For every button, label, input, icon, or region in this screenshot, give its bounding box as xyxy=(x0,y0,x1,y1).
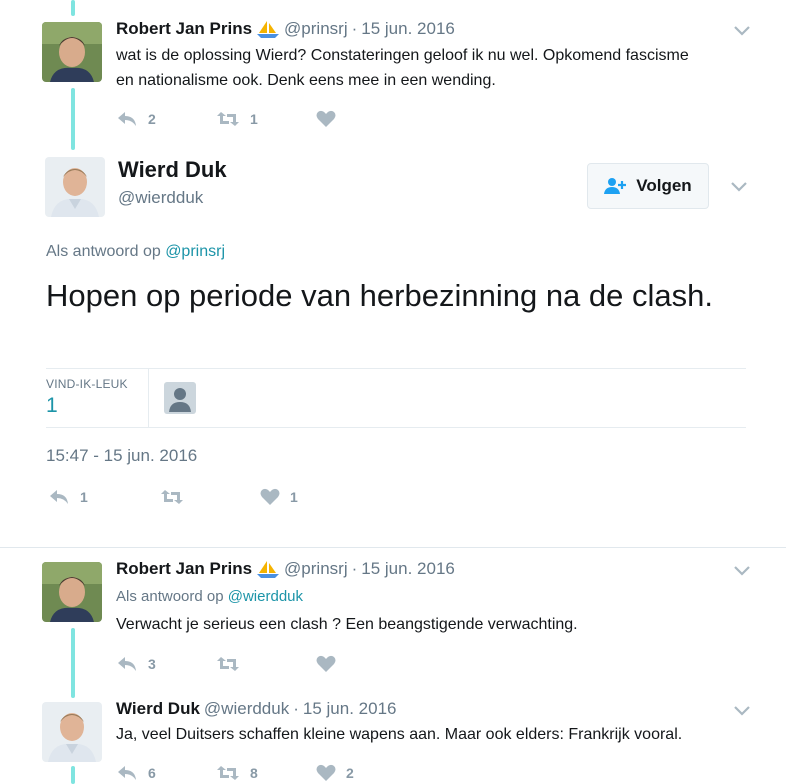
tweet3-reply-context: Als antwoord op @wierdduk xyxy=(116,588,303,605)
tweet1-author-name[interactable]: Robert Jan Prins xyxy=(116,19,252,39)
retweet-button[interactable]: 1 xyxy=(216,110,316,128)
follow-button[interactable]: Volgen xyxy=(587,163,709,209)
reply-button[interactable]: 3 xyxy=(116,655,216,673)
chevron-down-icon[interactable] xyxy=(732,703,752,717)
heart-icon xyxy=(316,764,336,781)
likes-stat-label[interactable]: VIND-IK-LEUK xyxy=(46,377,128,391)
tweet1-text: wat is de oplossing Wierd? Constateringe… xyxy=(116,43,756,93)
retweet-icon xyxy=(161,490,183,504)
reply-count: 6 xyxy=(148,765,156,781)
like-button[interactable]: 2 xyxy=(316,764,416,782)
reply-count: 2 xyxy=(148,111,156,127)
tweet1-handle[interactable]: @prinsrj xyxy=(284,19,348,39)
reply-icon xyxy=(118,766,136,780)
avatar-photo-icon xyxy=(45,157,105,217)
tweet4-dot: · xyxy=(293,699,299,718)
thread-line-1 xyxy=(71,88,75,150)
like-count: 2 xyxy=(346,765,354,781)
tweet3-date[interactable]: 15 jun. 2016 xyxy=(361,559,455,579)
thread-line-3 xyxy=(71,628,75,698)
avatar-photo-icon xyxy=(42,702,102,762)
avatar-robert-jan-prins[interactable] xyxy=(42,562,102,622)
like-button[interactable] xyxy=(316,110,416,128)
divider xyxy=(46,427,746,428)
tweet4-handle[interactable]: @wierdduk xyxy=(204,699,289,719)
stat-divider xyxy=(148,368,149,427)
reply-icon xyxy=(50,490,68,504)
reply-count: 1 xyxy=(80,489,88,505)
heart-icon xyxy=(260,488,280,505)
reply-prefix: Als antwoord op xyxy=(116,588,224,605)
tweet3-dot: · xyxy=(351,559,358,578)
like-button[interactable]: 1 xyxy=(260,488,360,506)
boat-emoji-icon xyxy=(256,559,280,579)
heart-icon xyxy=(316,655,336,672)
retweet-icon xyxy=(217,766,239,780)
reply-icon xyxy=(118,112,136,126)
retweet-count: 1 xyxy=(250,111,258,127)
reply-mention-link[interactable]: @prinsrj xyxy=(165,243,225,260)
add-user-icon xyxy=(604,178,627,194)
tweet1-dot: · xyxy=(351,19,358,38)
main-timestamp[interactable]: 15:47 - 15 jun. 2016 xyxy=(46,446,197,466)
tweet3-actions: 3 xyxy=(116,652,416,676)
tweet4-header: Wierd Duk @wierdduk · 15 jun. 2016 xyxy=(116,699,396,719)
reply-button[interactable]: 2 xyxy=(116,110,216,128)
reply-button[interactable]: 6 xyxy=(116,764,216,782)
like-button[interactable] xyxy=(316,655,416,673)
avatar-wierd-duk[interactable] xyxy=(45,157,105,217)
likes-stat-value[interactable]: 1 xyxy=(46,394,58,418)
tweet4-actions: 6 8 2 xyxy=(116,761,416,784)
reply-mention-link[interactable]: @wierdduk xyxy=(228,588,303,605)
retweet-icon xyxy=(217,657,239,671)
chevron-down-icon[interactable] xyxy=(732,23,752,37)
avatar-photo-icon xyxy=(42,22,102,82)
main-tweet-text: Hopen op periode van herbezinning na de … xyxy=(46,278,713,313)
tweet1-actions: 2 1 xyxy=(116,107,416,131)
tweet1-date[interactable]: 15 jun. 2016 xyxy=(361,19,455,39)
tweet3-author-name[interactable]: Robert Jan Prins xyxy=(116,559,252,579)
tweet4-text: Ja, veel Duitsers schaffen kleine wapens… xyxy=(116,726,683,743)
reply-count: 3 xyxy=(148,656,156,672)
tweet4-date[interactable]: 15 jun. 2016 xyxy=(303,699,397,719)
boat-emoji-icon xyxy=(256,19,280,39)
reply-button[interactable]: 1 xyxy=(48,488,160,506)
reply-prefix: Als antwoord op xyxy=(46,243,161,260)
thread-line-4 xyxy=(71,766,75,784)
retweet-button[interactable] xyxy=(216,655,316,673)
default-avatar-icon xyxy=(169,388,191,412)
tweet1-text-line2: en nationalisme ook. Denk eens mee in ee… xyxy=(116,72,496,89)
reply-icon xyxy=(118,657,136,671)
main-reply-context: Als antwoord op @prinsrj xyxy=(46,243,225,261)
follow-button-label: Volgen xyxy=(636,176,692,195)
chevron-down-icon[interactable] xyxy=(729,179,749,193)
like-count: 1 xyxy=(290,489,298,505)
section-divider xyxy=(0,547,786,548)
tweet3-handle[interactable]: @prinsrj xyxy=(284,559,348,579)
main-author-handle[interactable]: @wierdduk xyxy=(118,188,203,208)
retweet-count: 8 xyxy=(250,765,258,781)
avatar-wierd-duk[interactable] xyxy=(42,702,102,762)
thread-line-top xyxy=(71,0,75,16)
avatar-photo-icon xyxy=(42,562,102,622)
tweet1-header: Robert Jan Prins @prinsrj · 15 jun. 2016 xyxy=(116,19,455,39)
chevron-down-icon[interactable] xyxy=(732,563,752,577)
retweet-button[interactable] xyxy=(160,488,260,506)
main-author-name[interactable]: Wierd Duk xyxy=(118,157,227,183)
retweet-icon xyxy=(217,112,239,126)
retweet-button[interactable]: 8 xyxy=(216,764,316,782)
liker-avatar[interactable] xyxy=(164,382,196,414)
main-actions: 1 1 xyxy=(48,485,360,509)
tweet4-author-name[interactable]: Wierd Duk xyxy=(116,699,200,719)
avatar-robert-jan-prins[interactable] xyxy=(42,22,102,82)
tweet3-text: Verwacht je serieus een clash ? Een bean… xyxy=(116,616,578,633)
tweet3-header: Robert Jan Prins @prinsrj · 15 jun. 2016 xyxy=(116,559,455,579)
tweet1-text-line1: wat is de oplossing Wierd? Constateringe… xyxy=(116,47,689,64)
heart-icon xyxy=(316,110,336,127)
divider xyxy=(46,368,746,369)
